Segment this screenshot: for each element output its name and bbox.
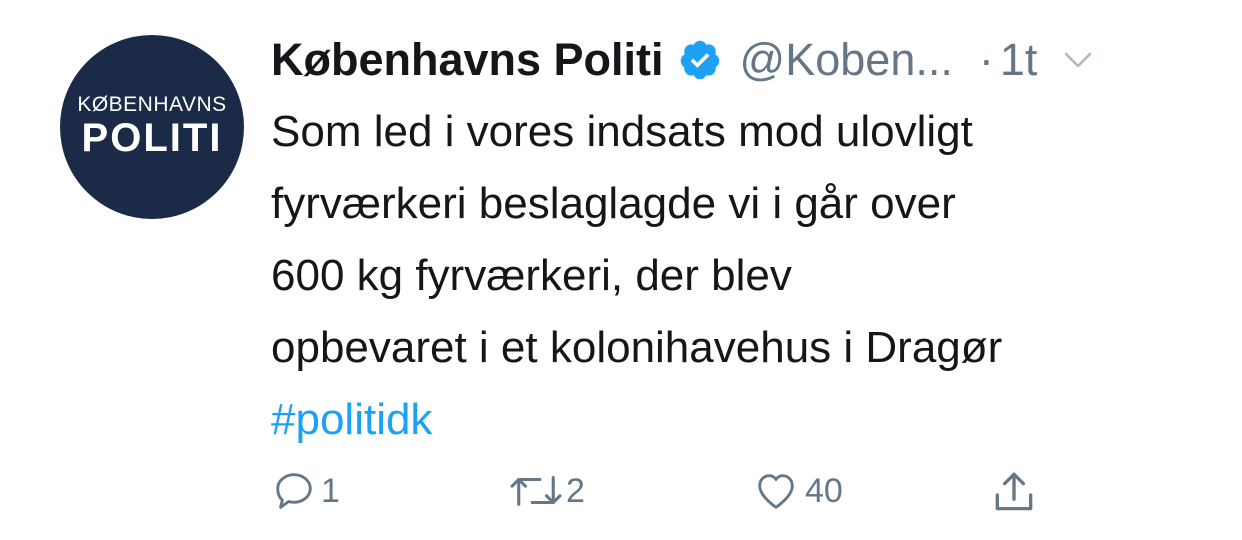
tweet-text-line: Som led i vores indsats mod ulovligt: [271, 107, 973, 156]
reply-count: 1: [321, 471, 340, 510]
tweet-timestamp[interactable]: 1t: [1000, 34, 1038, 86]
tweet-actions: 1 2 40: [271, 468, 1071, 518]
heart-icon: [758, 474, 794, 509]
share-button[interactable]: [989, 468, 1039, 518]
share-icon: [995, 472, 1033, 511]
display-name[interactable]: Københavns Politi: [271, 34, 664, 86]
reply-bubble-icon: [276, 473, 312, 509]
retweet-icon: [510, 476, 562, 506]
hashtag-link[interactable]: #politidk: [271, 384, 1191, 456]
like-count: 40: [805, 471, 843, 510]
reply-button[interactable]: 1: [271, 468, 340, 514]
avatar-text-top: KØBENHAVNS: [77, 93, 227, 116]
tweet-text-line: opbevaret i et kolonihavehus i Dragør: [271, 323, 1003, 372]
chevron-down-icon[interactable]: [1063, 50, 1093, 70]
tweet-content: Københavns Politi @Koben... · 1t Som led…: [271, 30, 1191, 456]
profile-avatar[interactable]: KØBENHAVNS POLITI: [60, 35, 244, 219]
user-handle[interactable]: @Koben...: [740, 34, 953, 86]
tweet-text-line: fyrværkeri beslaglagde vi i går over: [271, 179, 956, 228]
retweet-count: 2: [566, 471, 585, 510]
tweet-text: Som led i vores indsats mod ulovligt fyr…: [271, 96, 1191, 456]
separator-dot: ·: [978, 34, 994, 85]
verified-badge-icon: [680, 40, 719, 80]
retweet-button[interactable]: 2: [506, 468, 585, 514]
tweet-header: Københavns Politi @Koben... · 1t: [271, 30, 1191, 90]
like-button[interactable]: 40: [751, 468, 843, 514]
tweet-text-line: 600 kg fyrværkeri, der blev: [271, 251, 792, 300]
avatar-text-bottom: POLITI: [81, 116, 223, 160]
